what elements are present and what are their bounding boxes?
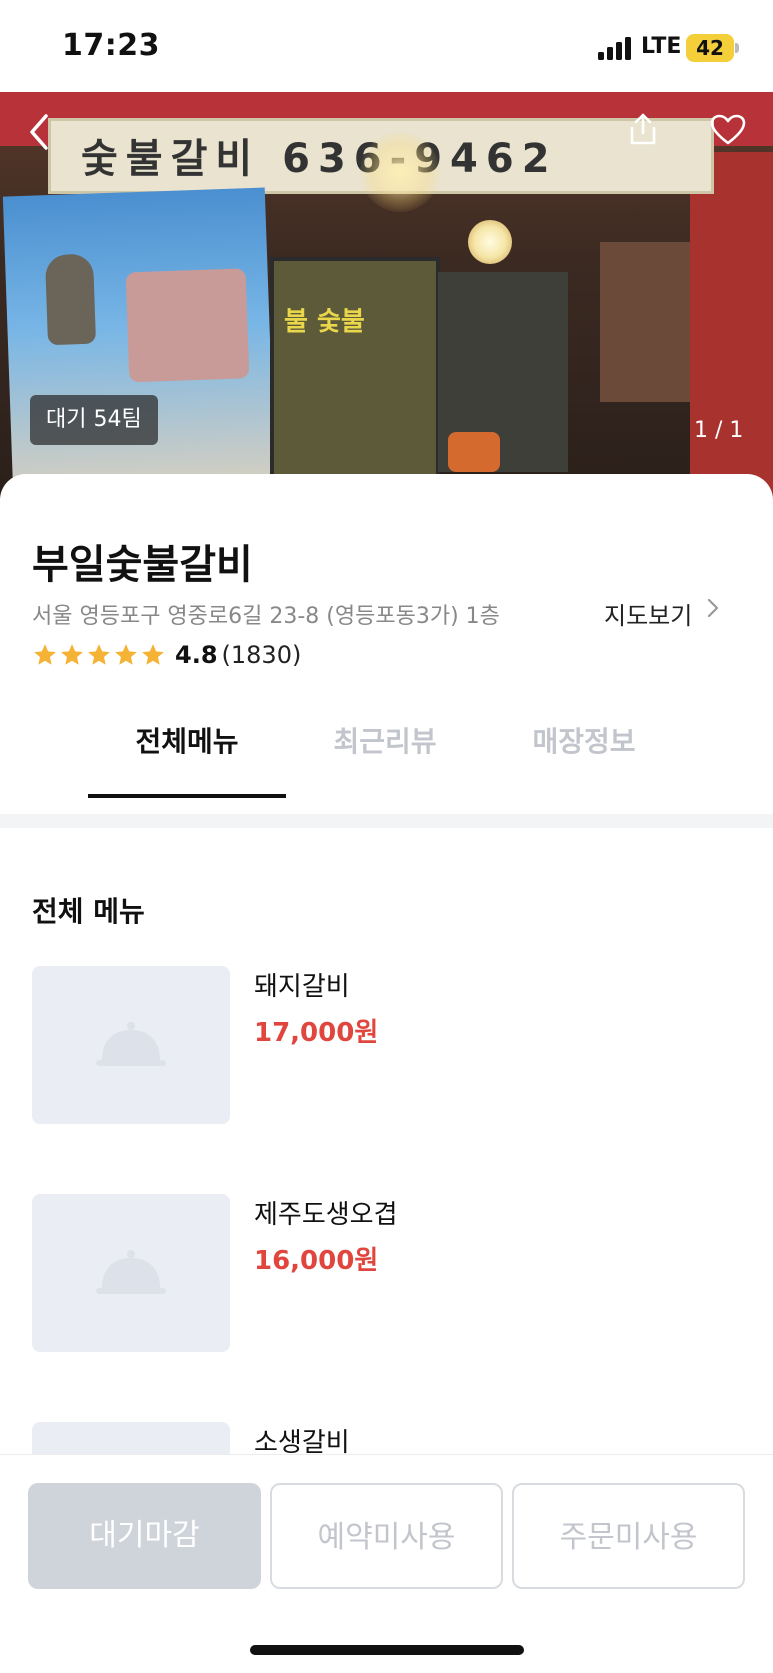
tab-full-menu[interactable]: 전체메뉴 [88,712,286,802]
store-name: 부일숯불갈비 [32,542,253,588]
menu-section-title: 전체 메뉴 [32,895,145,928]
star-icon [88,644,110,665]
status-time: 17:23 [62,28,160,63]
bottom-action-bar: 대기마감 예약미사용 주문미사용 [0,1454,773,1673]
wait-closed-button[interactable]: 대기마감 [28,1483,261,1589]
share-icon[interactable] [626,112,660,146]
store-photo[interactable]: 숯불갈비 636-9462 불 숯불 대기 54팀 1 / 1 [0,92,773,512]
cloche-icon [96,1022,166,1066]
star-icon [34,644,56,665]
menu-item-name: 돼지갈비 [254,972,350,1002]
photo-light-glow [360,132,440,212]
menu-item[interactable]: 소생갈비 [32,1422,752,1454]
photo-chair [448,432,500,472]
rating-value: 4.8 [175,641,218,669]
menu-thumbnail [32,1194,230,1352]
menu-item[interactable]: 제주도생오겹 16,000원 [32,1194,752,1354]
star-icon [115,644,137,665]
menu-thumbnail [32,1422,230,1454]
heart-icon[interactable] [710,114,746,148]
chevron-right-icon[interactable] [706,596,720,626]
tab-recent-reviews[interactable]: 최근리뷰 [286,712,484,802]
reservation-unavailable-button[interactable]: 예약미사용 [270,1483,503,1589]
photo-window-right [600,242,690,402]
star-icon [142,644,164,665]
order-unavailable-button[interactable]: 주문미사용 [512,1483,745,1589]
review-count: (1830) [221,641,302,669]
home-indicator[interactable] [250,1645,524,1655]
photo-banner-statue [44,253,97,346]
photo-red-wall [690,152,773,512]
cellular-signal-icon [598,36,634,60]
cloche-icon [96,1250,166,1294]
tab-active-indicator [88,794,286,798]
tab-store-info[interactable]: 매장정보 [484,712,684,802]
tab-bar: 전체메뉴 최근리뷰 매장정보 [0,712,773,802]
menu-item-price: 17,000원 [254,1018,379,1048]
menu-item-name: 소생갈비 [254,1428,350,1454]
status-bar: 17:23 LTE 42 [0,0,773,92]
menu-item[interactable]: 돼지갈비 17,000원 [32,966,752,1126]
network-type: LTE [641,34,682,59]
wait-count-badge: 대기 54팀 [30,395,158,445]
map-link[interactable]: 지도보기 [604,596,692,631]
store-address: 서울 영등포구 영중로6길 23-8 (영등포동3가) 1층 [32,604,500,629]
photo-lamp [468,220,512,264]
section-divider [0,814,773,828]
back-icon[interactable] [28,112,50,162]
photo-counter: 1 / 1 [694,418,744,443]
menu-thumbnail [32,966,230,1124]
menu-item-price: 16,000원 [254,1246,379,1276]
photo-banner [2,187,276,497]
menu-item-name: 제주도생오겹 [254,1200,398,1230]
photo-door-text: 불 숯불 [284,307,365,337]
star-icon [61,644,83,665]
battery-icon: 42 [686,34,734,62]
rating-row[interactable]: 4.8 (1830) [32,638,301,672]
battery-cap [735,43,739,53]
photo-banner-meat [125,268,250,383]
